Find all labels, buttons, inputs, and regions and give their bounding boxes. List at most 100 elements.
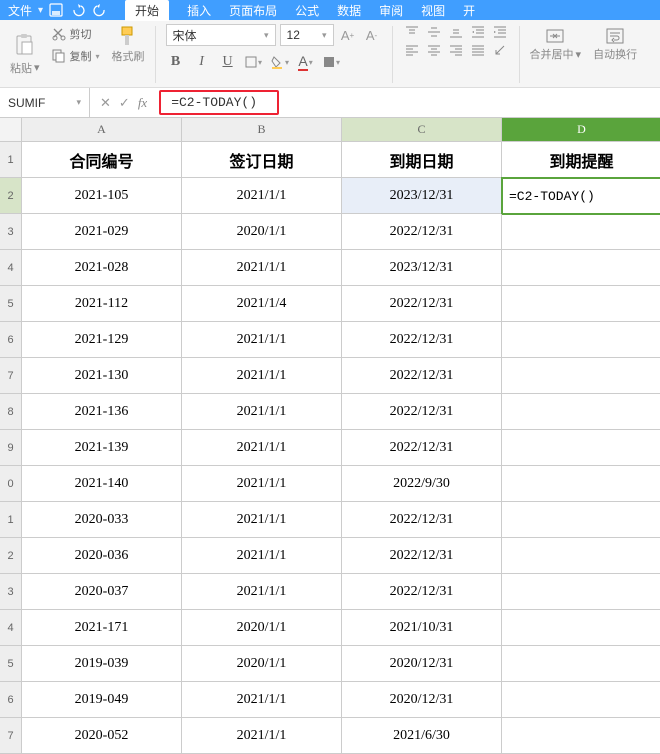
- header-sign-date[interactable]: 签订日期: [182, 142, 342, 178]
- fx-icon[interactable]: fx: [138, 95, 147, 111]
- redo-icon[interactable]: [93, 3, 109, 17]
- cell[interactable]: 2021/1/1: [182, 430, 342, 466]
- cell[interactable]: [502, 610, 660, 646]
- cell[interactable]: 2021/1/1: [182, 178, 342, 214]
- font-color-button[interactable]: A: [296, 52, 316, 72]
- cell[interactable]: [502, 358, 660, 394]
- cell[interactable]: [502, 502, 660, 538]
- wrap-text-button[interactable]: 自动换行: [589, 24, 641, 85]
- header-due-date[interactable]: 到期日期: [342, 142, 502, 178]
- merge-cells-button[interactable]: 合并居中▾: [526, 24, 586, 85]
- row-header-1[interactable]: 1: [0, 142, 22, 178]
- row-header[interactable]: 9: [0, 430, 22, 466]
- align-middle-icon[interactable]: [425, 24, 443, 40]
- cell[interactable]: 2019-039: [22, 646, 182, 682]
- tab-dev[interactable]: 开: [463, 2, 475, 19]
- cell[interactable]: 2021/1/1: [182, 250, 342, 286]
- formula-input[interactable]: =C2-TODAY(): [159, 90, 279, 115]
- bold-button[interactable]: B: [166, 52, 186, 72]
- indent-increase-icon[interactable]: [491, 24, 509, 40]
- row-header[interactable]: 3: [0, 574, 22, 610]
- cell[interactable]: 2019-049: [22, 682, 182, 718]
- cell[interactable]: 2020/12/31: [342, 646, 502, 682]
- border-button[interactable]: [244, 52, 264, 72]
- chevron-down-icon[interactable]: ▾: [38, 5, 43, 16]
- fill-color-button[interactable]: [270, 52, 290, 72]
- cell[interactable]: 2022/12/31: [342, 394, 502, 430]
- indent-decrease-icon[interactable]: [469, 24, 487, 40]
- cell[interactable]: 2021/10/31: [342, 610, 502, 646]
- col-header-C[interactable]: C: [342, 118, 502, 142]
- cell[interactable]: 2022/12/31: [342, 286, 502, 322]
- cell[interactable]: 2022/12/31: [342, 322, 502, 358]
- cell[interactable]: 2021-139: [22, 430, 182, 466]
- cell[interactable]: 2022/12/31: [342, 502, 502, 538]
- cell[interactable]: 2022/12/31: [342, 430, 502, 466]
- cell[interactable]: 2022/12/31: [342, 574, 502, 610]
- header-reminder[interactable]: 到期提醒: [502, 142, 660, 178]
- cell[interactable]: [502, 466, 660, 502]
- cell[interactable]: 2021-136: [22, 394, 182, 430]
- italic-button[interactable]: I: [192, 52, 212, 72]
- font-name-select[interactable]: 宋体▾: [166, 24, 276, 46]
- cell[interactable]: 2021/1/1: [182, 682, 342, 718]
- tab-data[interactable]: 数据: [337, 2, 361, 19]
- cell[interactable]: [502, 214, 660, 250]
- cell[interactable]: 2021/1/1: [182, 574, 342, 610]
- align-right-icon[interactable]: [447, 42, 465, 58]
- undo-icon[interactable]: [71, 3, 87, 17]
- row-header[interactable]: 8: [0, 394, 22, 430]
- cell[interactable]: [502, 538, 660, 574]
- cell[interactable]: 2021-028: [22, 250, 182, 286]
- decrease-font-icon[interactable]: A-: [362, 25, 382, 45]
- cell[interactable]: [502, 286, 660, 322]
- cell[interactable]: 2020/12/31: [342, 682, 502, 718]
- increase-font-icon[interactable]: A+: [338, 25, 358, 45]
- cell[interactable]: 2021-029: [22, 214, 182, 250]
- row-header[interactable]: 2: [0, 538, 22, 574]
- cell-style-button[interactable]: [322, 52, 342, 72]
- cell[interactable]: 2020-033: [22, 502, 182, 538]
- cell[interactable]: 2021-130: [22, 358, 182, 394]
- cell[interactable]: 2021/1/1: [182, 394, 342, 430]
- underline-button[interactable]: U: [218, 52, 238, 72]
- row-header[interactable]: 4: [0, 250, 22, 286]
- header-contract-no[interactable]: 合同编号: [22, 142, 182, 178]
- cell[interactable]: 2021/1/1: [182, 322, 342, 358]
- row-header[interactable]: 5: [0, 646, 22, 682]
- format-painter-button[interactable]: 格式刷: [108, 24, 149, 85]
- cell[interactable]: 2020-036: [22, 538, 182, 574]
- cell[interactable]: 2021/1/1: [182, 466, 342, 502]
- cell[interactable]: 2021/1/1: [182, 718, 342, 754]
- cell[interactable]: [502, 646, 660, 682]
- row-header[interactable]: 0: [0, 466, 22, 502]
- cell[interactable]: 2020/1/1: [182, 610, 342, 646]
- row-header[interactable]: 6: [0, 322, 22, 358]
- cell[interactable]: 2021/1/4: [182, 286, 342, 322]
- row-header[interactable]: 1: [0, 502, 22, 538]
- paste-button[interactable]: 粘贴▾: [6, 24, 44, 85]
- cancel-formula-icon[interactable]: ✕: [100, 95, 111, 111]
- cell[interactable]: 2021/1/1: [182, 502, 342, 538]
- cell[interactable]: 2023/12/31: [342, 250, 502, 286]
- align-top-icon[interactable]: [403, 24, 421, 40]
- cell[interactable]: [502, 682, 660, 718]
- row-header[interactable]: 7: [0, 358, 22, 394]
- cell[interactable]: 2021-105: [22, 178, 182, 214]
- row-header-2[interactable]: 2: [0, 178, 22, 214]
- cell[interactable]: 2021/1/1: [182, 358, 342, 394]
- cell[interactable]: 2022/9/30: [342, 466, 502, 502]
- cell-editing[interactable]: =C2-TODAY(): [502, 178, 660, 214]
- align-center-icon[interactable]: [425, 42, 443, 58]
- row-header[interactable]: 5: [0, 286, 22, 322]
- cell[interactable]: 2021-112: [22, 286, 182, 322]
- select-all-corner[interactable]: [0, 118, 22, 142]
- cell-selected[interactable]: 2023/12/31: [342, 178, 502, 214]
- tab-layout[interactable]: 页面布局: [229, 2, 277, 19]
- save-icon[interactable]: [49, 3, 65, 17]
- accept-formula-icon[interactable]: ✓: [119, 95, 130, 111]
- cell[interactable]: 2020/1/1: [182, 646, 342, 682]
- cell[interactable]: [502, 322, 660, 358]
- cell[interactable]: [502, 250, 660, 286]
- row-header[interactable]: 7: [0, 718, 22, 754]
